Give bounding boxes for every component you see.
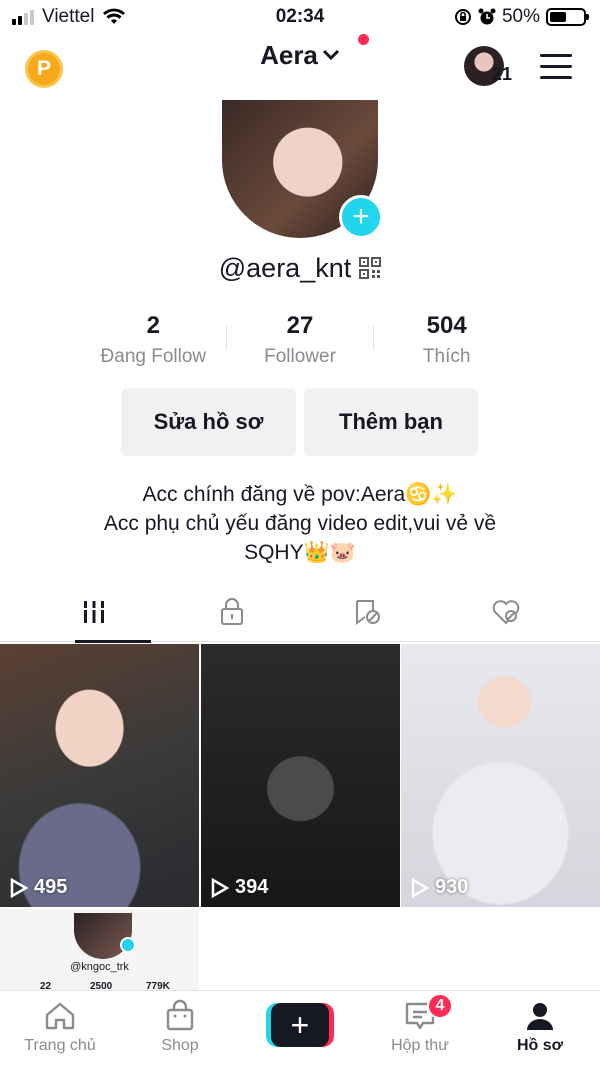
play-icon — [411, 877, 429, 898]
stat-divider — [226, 326, 227, 350]
nav-label: Hộp thư — [391, 1037, 449, 1054]
profile-stats: 2 Đang Follow 27 Follower 504 Thích — [80, 312, 520, 368]
video-tile[interactable]: @kngoc_trk 22 2500 779K — [0, 909, 199, 991]
menu-icon[interactable] — [540, 54, 572, 87]
edit-profile-button[interactable]: Sửa hồ sơ — [121, 388, 296, 456]
view-count-text: 495 — [34, 876, 68, 898]
stat-label: Follower — [264, 346, 336, 367]
battery-icon — [546, 8, 589, 26]
video-tile[interactable]: 394 — [201, 644, 400, 907]
add-friend-button[interactable]: Thêm bạn — [304, 388, 478, 456]
view-count-text: 394 — [235, 876, 269, 898]
create-button[interactable]: + — [266, 1003, 334, 1047]
play-icon — [211, 877, 229, 898]
nav-label: Hồ sơ — [516, 1037, 564, 1054]
profile-bio: Acc chính đăng về pov:Aera♋✨ Acc phụ chủ… — [0, 480, 600, 567]
stat-following[interactable]: 2 Đang Follow — [80, 312, 227, 368]
tile-avatar — [74, 913, 132, 959]
status-bar: Viettel 02:34 50% — [0, 0, 600, 34]
liked-hidden-icon — [492, 600, 520, 625]
shopping-bag-icon — [166, 999, 194, 1031]
handle-text: @aera_knt — [218, 253, 352, 283]
view-count: 930 — [411, 876, 468, 899]
plus-icon: + — [271, 1003, 329, 1047]
lock-icon — [221, 598, 243, 625]
content-tabs — [0, 582, 600, 643]
tab-videos[interactable] — [19, 582, 169, 643]
nav-label: Trang chủ — [24, 1037, 96, 1054]
tab-private[interactable] — [157, 582, 307, 642]
stat-value: 27 — [286, 312, 314, 339]
stat-label: Thích — [422, 346, 471, 367]
qr-code-icon[interactable] — [359, 257, 382, 279]
inbox-badge: 4 — [427, 993, 453, 1019]
bio-line: Acc phụ chủ yếu đăng video edit,vui vẻ v… — [103, 512, 497, 535]
stat-divider — [373, 326, 374, 350]
stat-label: Đang Follow — [100, 346, 207, 367]
friends-count: 21 — [492, 64, 513, 84]
bio-line: Acc chính đăng về pov:Aera♋✨ — [142, 483, 458, 506]
tab-liked[interactable] — [431, 582, 581, 642]
status-right: 50% — [454, 6, 589, 28]
repost-icon — [356, 600, 380, 625]
nav-profile[interactable]: Hồ sơ — [480, 999, 600, 1055]
view-count-text: 930 — [435, 876, 469, 898]
home-icon — [45, 1002, 75, 1030]
stat-followers[interactable]: 27 Follower — [227, 312, 374, 368]
video-tile[interactable]: 495 — [0, 644, 199, 907]
battery-percent: 50% — [501, 6, 540, 27]
stat-value: 504 — [426, 312, 467, 339]
tab-reposts[interactable] — [293, 582, 443, 642]
profile-handle: @aera_knt — [0, 253, 600, 284]
profile-icon — [527, 1003, 553, 1030]
battery-level — [550, 12, 566, 22]
tile-plus-icon — [120, 937, 136, 953]
add-story-button[interactable]: + — [339, 195, 383, 239]
bio-line: SQHY👑🐷 — [244, 541, 356, 564]
profile-header: P Aera 21 — [0, 34, 600, 102]
chevron-down-icon — [322, 49, 339, 61]
video-tile[interactable]: 930 — [401, 644, 600, 907]
play-icon — [10, 877, 28, 898]
nav-label: Shop — [161, 1037, 199, 1054]
view-count: 495 — [10, 876, 67, 899]
orientation-lock-icon — [454, 9, 471, 25]
stat-value: 2 — [146, 312, 161, 339]
stat-likes[interactable]: 504 Thích — [373, 312, 520, 368]
tile-handle: @kngoc_trk — [70, 961, 129, 973]
bottom-nav: Trang chủ Shop + Hộp thư Hồ sơ — [0, 990, 600, 1067]
view-count: 394 — [211, 876, 268, 899]
nav-home[interactable]: Trang chủ — [0, 999, 120, 1055]
notification-dot — [358, 34, 369, 45]
header-username: Aera — [260, 40, 318, 70]
nav-shop[interactable]: Shop — [120, 999, 240, 1055]
nav-inbox[interactable]: Hộp thư — [360, 999, 480, 1055]
videos-grid-icon — [81, 601, 107, 623]
alarm-icon — [478, 8, 496, 25]
